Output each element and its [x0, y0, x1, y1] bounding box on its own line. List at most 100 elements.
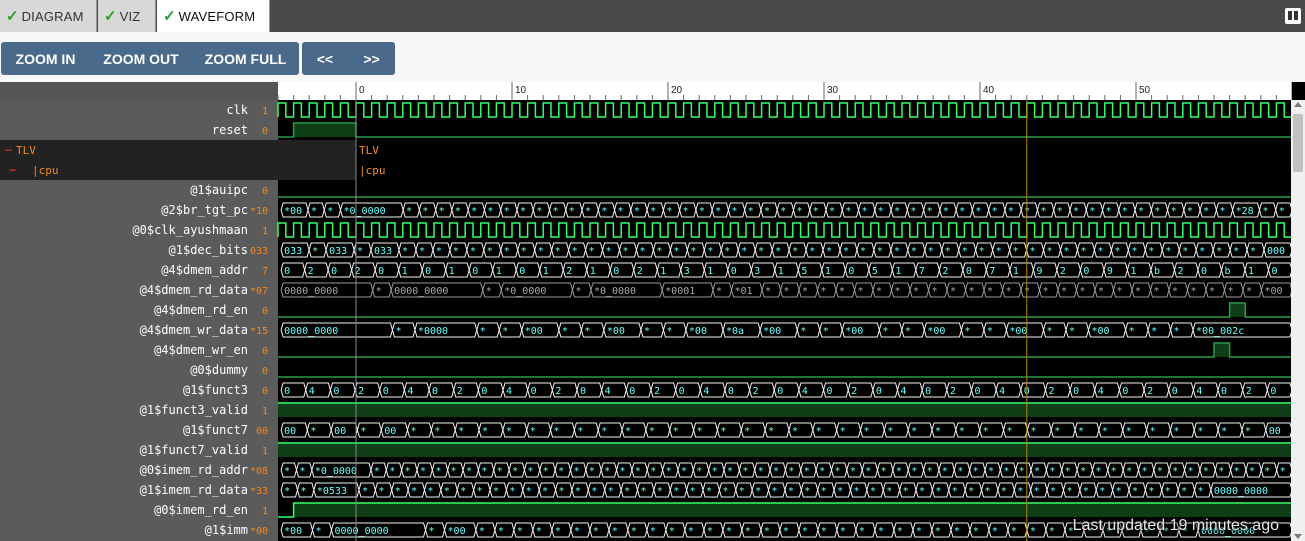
scroll-right-button[interactable]: >> — [348, 42, 395, 75]
bus-value: * — [477, 486, 483, 497]
bus-value: * — [506, 426, 512, 437]
tab-diagram[interactable]: ✓ DIAGRAM — [0, 0, 97, 32]
bus-value: * — [870, 486, 876, 497]
bus-value: 0 — [1221, 386, 1227, 397]
bus-value: * — [436, 246, 442, 257]
zoom-out-button[interactable]: ZOOM OUT — [90, 42, 192, 75]
bus-value: * — [517, 526, 523, 537]
scroll-up-arrow-icon[interactable] — [1294, 102, 1302, 107]
bus-value: * — [964, 326, 970, 337]
ruler-label: 40 — [983, 85, 995, 96]
bus-value: * — [1246, 286, 1252, 297]
bus-value: * — [486, 286, 492, 297]
signal-name: @0$imem_rd_en — [154, 503, 248, 517]
bus-value: * — [1080, 466, 1086, 477]
bus-value: * — [1181, 486, 1187, 497]
bus-value: * — [720, 426, 726, 437]
bus-value: * — [419, 246, 425, 257]
zoom-in-button[interactable]: ZOOM IN — [1, 42, 90, 75]
bus-value: * — [504, 246, 510, 257]
bus-value: 4 — [802, 386, 808, 397]
bus-value: * — [975, 206, 981, 217]
bus-value: * — [402, 246, 408, 257]
bus-value: *00 — [448, 526, 466, 537]
bus-value: * — [310, 426, 316, 437]
signal-value: *08 — [250, 466, 268, 477]
bus-value: * — [439, 206, 445, 217]
bus-value: *00 — [607, 326, 625, 337]
zoom-full-button[interactable]: ZOOM FULL — [192, 42, 299, 75]
scope-wave-bg — [356, 140, 1292, 160]
bus-value: * — [715, 206, 721, 217]
bus-value: * — [919, 486, 925, 497]
bus-value: * — [1198, 486, 1204, 497]
bus-value: * — [1148, 246, 1154, 257]
bus-value: * — [1131, 246, 1137, 257]
bus-value: 2 — [358, 386, 364, 397]
bus-value: * — [608, 486, 614, 497]
bus-value: 2 — [1246, 386, 1252, 397]
bus-value: * — [802, 526, 808, 537]
bus-value: * — [1106, 206, 1112, 217]
signal-value: *15 — [250, 326, 268, 337]
bus-value: * — [569, 206, 575, 217]
bus-value: * — [878, 206, 884, 217]
bus-value: * — [411, 486, 417, 497]
bus-value: 0 — [284, 386, 290, 397]
bus-value: 0 — [974, 386, 980, 397]
bus-value: 00 — [384, 426, 396, 437]
split-view-icon[interactable] — [1285, 8, 1301, 24]
bus-value: 0 — [827, 386, 833, 397]
signal-name: @4$dmem_wr_data — [140, 323, 248, 337]
bus-value: * — [1262, 206, 1268, 217]
bus-value: * — [1219, 206, 1225, 217]
signal-name: @4$dmem_rd_en — [154, 303, 248, 317]
scroll-left-button[interactable]: << — [302, 42, 348, 75]
signal-value: 1 — [262, 506, 268, 517]
bus-value: * — [979, 246, 985, 257]
bus-value: * — [911, 466, 917, 477]
bus-value: * — [427, 486, 433, 497]
bus-value: * — [1221, 426, 1227, 437]
bus-value: * — [837, 486, 843, 497]
bus-value: * — [1151, 326, 1157, 337]
bus-value: * — [656, 246, 662, 257]
bus-value: * — [928, 246, 934, 257]
signal-name: @1$funct3 — [183, 383, 248, 397]
bus-value: * — [453, 246, 459, 257]
bus-value: * — [406, 206, 412, 217]
bus-value: * — [690, 246, 696, 257]
bus-value: * — [1172, 466, 1178, 477]
bus-value: * — [916, 526, 922, 537]
signal-name: @4$dmem_wr_en — [154, 343, 248, 357]
bus-value: * — [1030, 246, 1036, 257]
bus-value: * — [1049, 466, 1055, 477]
signal-name: @1$funct7_valid — [140, 443, 248, 457]
bus-value: * — [1157, 466, 1163, 477]
bus-value: * — [1043, 286, 1049, 297]
bus-value: * — [860, 246, 866, 257]
bus-value: * — [1150, 426, 1156, 437]
bus-value: * — [935, 526, 941, 537]
scroll-thumb[interactable] — [1293, 114, 1303, 172]
bus-value: * — [1129, 326, 1135, 337]
bus-value: 0 — [679, 386, 685, 397]
vertical-scrollbar[interactable] — [1291, 100, 1305, 541]
scroll-down-arrow-icon[interactable] — [1294, 534, 1302, 539]
bus-value: 0 — [481, 386, 487, 397]
bus-value: * — [466, 466, 472, 477]
bus-value: * — [1126, 466, 1132, 477]
bus-value: 0 — [777, 386, 783, 397]
bus-value: * — [504, 206, 510, 217]
bus-value: * — [697, 426, 703, 437]
bus-value: 0000_0000 — [284, 286, 338, 297]
bus-value: 0 — [1172, 386, 1178, 397]
waveform-viewer[interactable]: 0102030405060−TLVTLV−|cpu|cpuclk1reset0@… — [0, 82, 1292, 541]
bus-value: * — [932, 286, 938, 297]
tab-waveform[interactable]: ✓ WAVEFORM — [157, 0, 270, 32]
bus-value: *01 — [735, 286, 753, 297]
tab-viz[interactable]: ✓ VIZ — [98, 0, 156, 32]
signal-name: @1$imm — [205, 523, 248, 537]
bus-value: 2 — [457, 386, 463, 397]
bus-value: * — [983, 426, 989, 437]
